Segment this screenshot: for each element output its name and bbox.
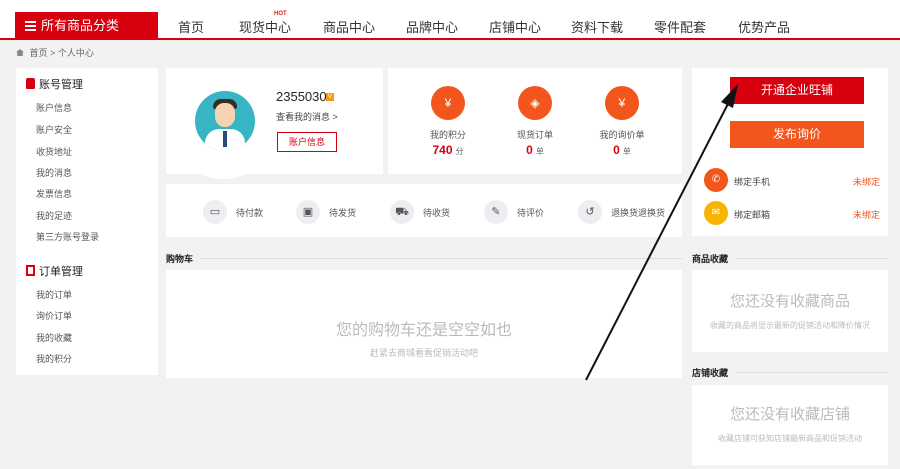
nav-shop-center[interactable]: 店铺中心 [489, 17, 541, 36]
cart-hint[interactable]: 赶紧去商城看看促销活动吧 [166, 346, 682, 359]
nav-brand-center[interactable]: 品牌中心 [406, 17, 458, 36]
fav-products-empty-text: 您还没有收藏商品 [729, 293, 850, 310]
order-icon [26, 265, 35, 276]
sidebar-item-third-party-login[interactable]: 第三方账号登录 [36, 230, 99, 243]
lock-icon [26, 78, 35, 89]
vip-badge-icon: V [326, 93, 334, 101]
points-number: 740 [432, 143, 453, 157]
pending-receipt-link[interactable]: 待收货 [423, 206, 450, 219]
all-categories-button[interactable]: 所有商品分类 [15, 12, 158, 40]
fav-products-divider [736, 258, 888, 259]
sidebar-item-messages[interactable]: 我的消息 [36, 166, 72, 179]
username: 2355030 [276, 89, 327, 104]
all-categories-label: 所有商品分类 [41, 18, 120, 33]
sidebar-item-inquiry-orders[interactable]: 询价订单 [36, 309, 72, 322]
pending-review-link[interactable]: 待评价 [517, 206, 544, 219]
nav-downloads[interactable]: 资料下载 [571, 17, 623, 36]
points-value[interactable]: 740 分 [408, 143, 488, 157]
bind-email-status[interactable]: 未绑定 [853, 208, 880, 221]
sidebar-item-my-orders[interactable]: 我的订单 [36, 288, 72, 301]
inquiry-icon[interactable]: ¥ [605, 86, 639, 120]
fav-products-box [692, 270, 888, 352]
breadcrumb: 首页 > 个人中心 [16, 46, 94, 59]
cart-title: 购物车 [166, 254, 194, 264]
bind-phone-label: 绑定手机 [734, 177, 771, 187]
sidebar-item-account-info[interactable]: 账户信息 [36, 101, 72, 114]
inquiry-number: 0 [613, 143, 620, 157]
fav-shops-divider [736, 372, 888, 373]
breadcrumb-home[interactable]: 首页 [30, 48, 48, 58]
phone-icon: ✆ [704, 168, 728, 192]
wallet-icon[interactable]: ▭ [203, 200, 227, 224]
stock-order-number: 0 [526, 143, 533, 157]
truck-icon[interactable]: ⛟ [390, 200, 414, 224]
avatar [195, 91, 255, 151]
account-section-title: 账号管理 [26, 76, 83, 92]
cart-empty-text: 您的购物车还是空空如也 [335, 322, 512, 339]
sidebar-item-account-security[interactable]: 账户安全 [36, 123, 72, 136]
open-shop-button[interactable]: 开通企业旺铺 [730, 77, 864, 104]
home-icon [16, 49, 24, 56]
fav-shops-title: 店铺收藏 [692, 368, 729, 378]
inquiry-label: 我的询价单 [599, 130, 645, 140]
view-messages-link[interactable]: 查看我的消息 > [276, 110, 338, 123]
account-info-button[interactable]: 账户信息 [277, 132, 337, 152]
sidebar-item-my-points[interactable]: 我的积分 [36, 352, 72, 365]
edit-icon[interactable]: ✎ [484, 200, 508, 224]
fav-shops-box [692, 385, 888, 465]
stock-order-value[interactable]: 0单 [495, 143, 575, 157]
sidebar-item-footprint[interactable]: 我的足迹 [36, 209, 72, 222]
points-unit: 分 [455, 147, 464, 156]
email-icon: ✉ [704, 201, 728, 225]
points-label: 我的积分 [429, 130, 466, 140]
inquiry-unit: 单 [622, 147, 631, 156]
nav-featured-products[interactable]: 优势产品 [738, 17, 790, 36]
fav-shops-hint: 收藏店铺可获知店铺最新商品和促销活动 [718, 434, 862, 443]
sidebar-item-address[interactable]: 收货地址 [36, 145, 72, 158]
return-icon[interactable]: ↺ [578, 200, 602, 224]
stock-order-icon[interactable]: ◈ [518, 86, 552, 120]
menu-icon [25, 21, 36, 31]
breadcrumb-current: 个人中心 [57, 48, 94, 58]
stock-order-label: 现货订单 [516, 130, 553, 140]
package-icon[interactable]: ▣ [296, 200, 320, 224]
order-section-title: 订单管理 [26, 263, 83, 279]
sidebar-item-my-favorites[interactable]: 我的收藏 [36, 331, 72, 344]
stats-card [388, 68, 682, 174]
order-section-label: 订单管理 [39, 266, 83, 278]
nav-home[interactable]: 首页 [178, 17, 204, 36]
account-section-label: 账号管理 [39, 79, 83, 91]
nav-stock-center[interactable]: 现货中心 [239, 17, 291, 36]
points-icon[interactable]: ¥ [431, 86, 465, 120]
post-inquiry-button[interactable]: 发布询价 [730, 121, 864, 148]
bind-email-label: 绑定邮箱 [734, 210, 771, 220]
hot-badge: HOT [274, 11, 287, 17]
nav-parts[interactable]: 零件配套 [654, 17, 706, 36]
fav-shops-empty-text: 您还没有收藏店铺 [729, 406, 850, 423]
bind-phone-status[interactable]: 未绑定 [853, 175, 880, 188]
fav-products-title: 商品收藏 [692, 254, 729, 264]
breadcrumb-separator: > [50, 48, 56, 58]
pending-shipment-link[interactable]: 待发货 [329, 206, 356, 219]
stock-order-unit: 单 [535, 147, 544, 156]
sidebar-item-invoice[interactable]: 发票信息 [36, 187, 72, 200]
cart-divider [200, 258, 682, 259]
returns-link[interactable]: 退换货退换货 [611, 206, 665, 219]
fav-products-hint: 收藏的商品将显示最新的促销活动和降价情况 [710, 321, 870, 330]
nav-product-center[interactable]: 商品中心 [323, 17, 375, 36]
pending-payment-link[interactable]: 待付款 [236, 206, 263, 219]
inquiry-value[interactable]: 0单 [582, 143, 662, 157]
